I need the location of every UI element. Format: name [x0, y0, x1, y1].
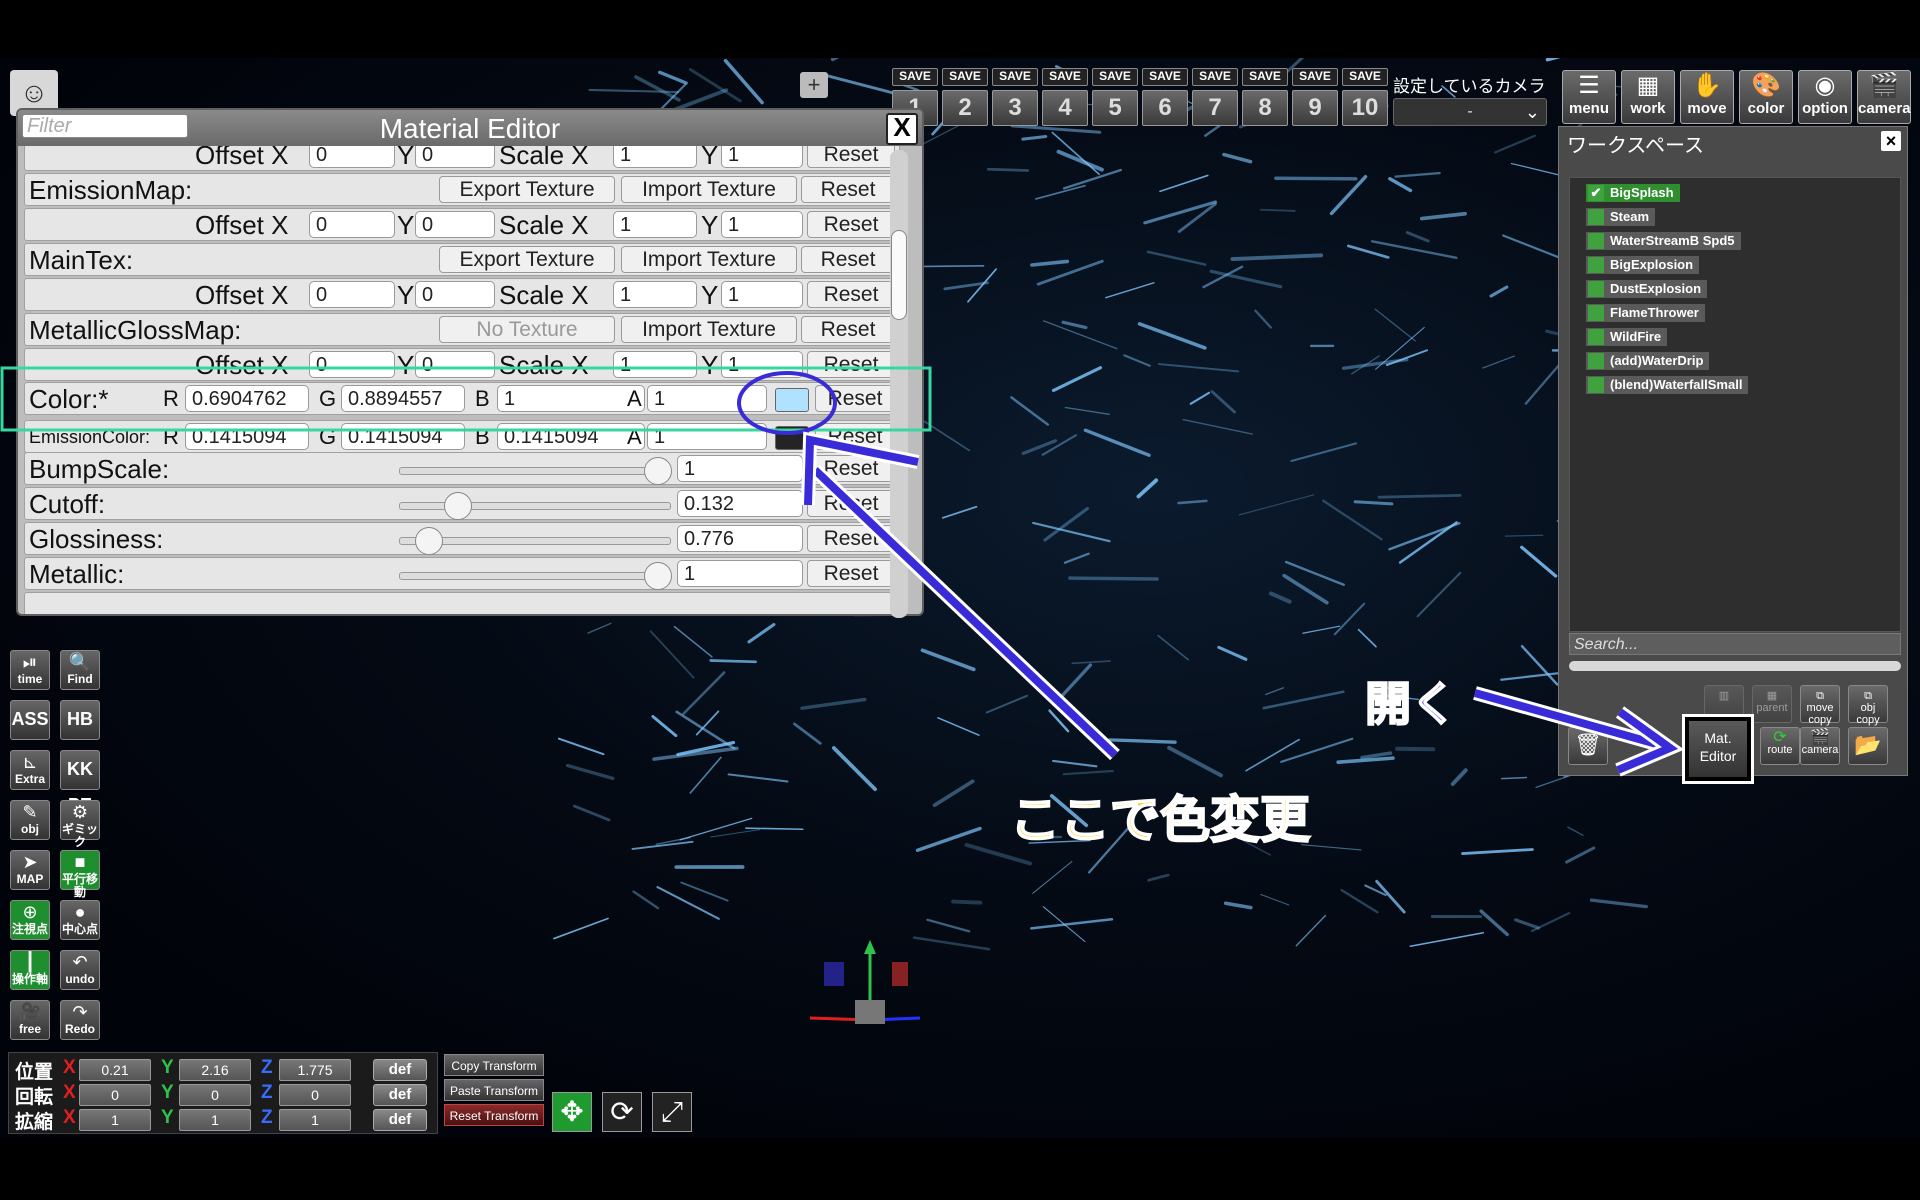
open-annotation: 開く [1364, 677, 1458, 731]
change-color-annotation: ここで色変更 [1009, 791, 1311, 849]
color-swatch-circle [737, 371, 837, 435]
highlight-box [0, 366, 932, 432]
annotation-overlay [0, 366, 1685, 777]
